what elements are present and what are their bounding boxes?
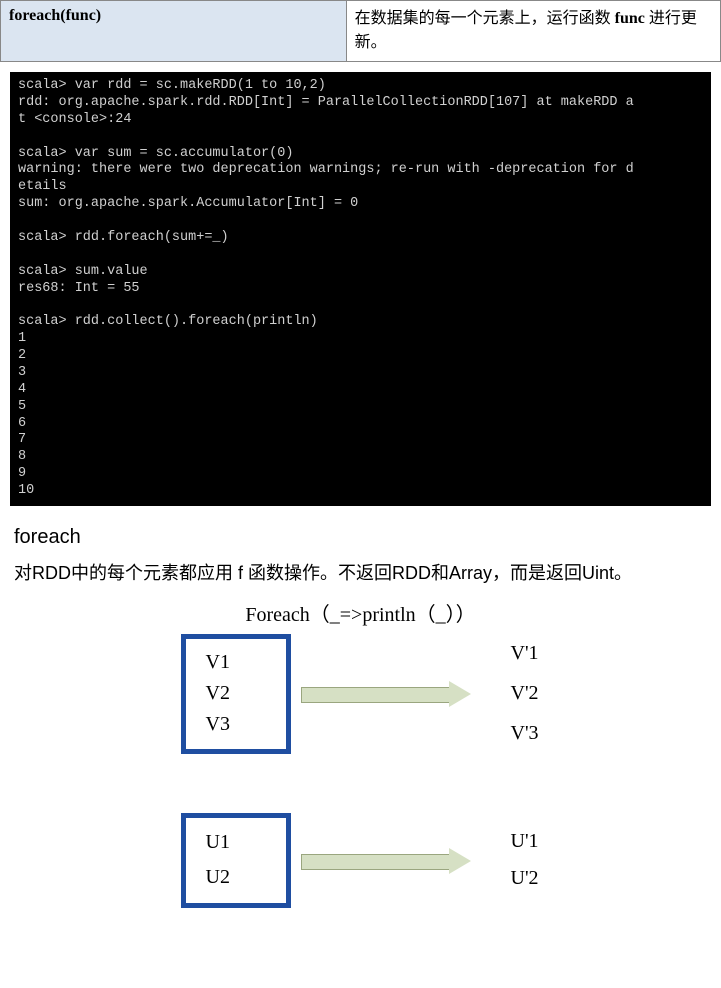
section-desc: 对RDD中的每个元素都应用 f 函数操作。不返回RDD和Array，而是返回Ui… <box>14 559 707 588</box>
out2-u2: U'2 <box>511 867 539 890</box>
terminal-container: scala> var rdd = sc.makeRDD(1 to 10,2) r… <box>0 62 721 516</box>
arrow-2 <box>301 848 471 874</box>
output-labels-2: U'1 U'2 <box>511 823 539 898</box>
output-labels-1: V'1 V'2 V'3 <box>511 634 539 754</box>
box2-u1: U1 <box>206 831 266 854</box>
diagram-caption: Foreach（_=>println（_）） <box>61 598 661 627</box>
box1-v2: V2 <box>206 682 266 705</box>
box1-v1: V1 <box>206 651 266 674</box>
explain-section: foreach 对RDD中的每个元素都应用 f 函数操作。不返回RDD和Arra… <box>0 516 721 988</box>
out1-v3: V'3 <box>511 722 539 745</box>
input-box-2: U1 U2 <box>181 813 291 908</box>
desc-func: func <box>615 10 645 27</box>
terminal-output: scala> var rdd = sc.makeRDD(1 to 10,2) r… <box>10 72 711 506</box>
api-desc-cell: 在数据集的每一个元素上，运行函数 func 进行更新。 <box>346 1 720 62</box>
out1-v2: V'2 <box>511 682 539 705</box>
box2-u2: U2 <box>206 866 266 889</box>
api-table: foreach(func) 在数据集的每一个元素上，运行函数 func 进行更新… <box>0 0 721 62</box>
out1-v1: V'1 <box>511 642 539 665</box>
section-title: foreach <box>14 526 707 549</box>
arrow-1 <box>301 681 471 707</box>
input-box-1: V1 V2 V3 <box>181 634 291 754</box>
desc-pre: 在数据集的每一个元素上，运行函数 <box>355 10 611 27</box>
foreach-diagram: Foreach（_=>println（_）） V1 V2 V3 V'1 V'2 … <box>61 598 661 968</box>
box1-v3: V3 <box>206 713 266 736</box>
api-name-cell: foreach(func) <box>1 1 347 62</box>
out2-u1: U'1 <box>511 830 539 853</box>
